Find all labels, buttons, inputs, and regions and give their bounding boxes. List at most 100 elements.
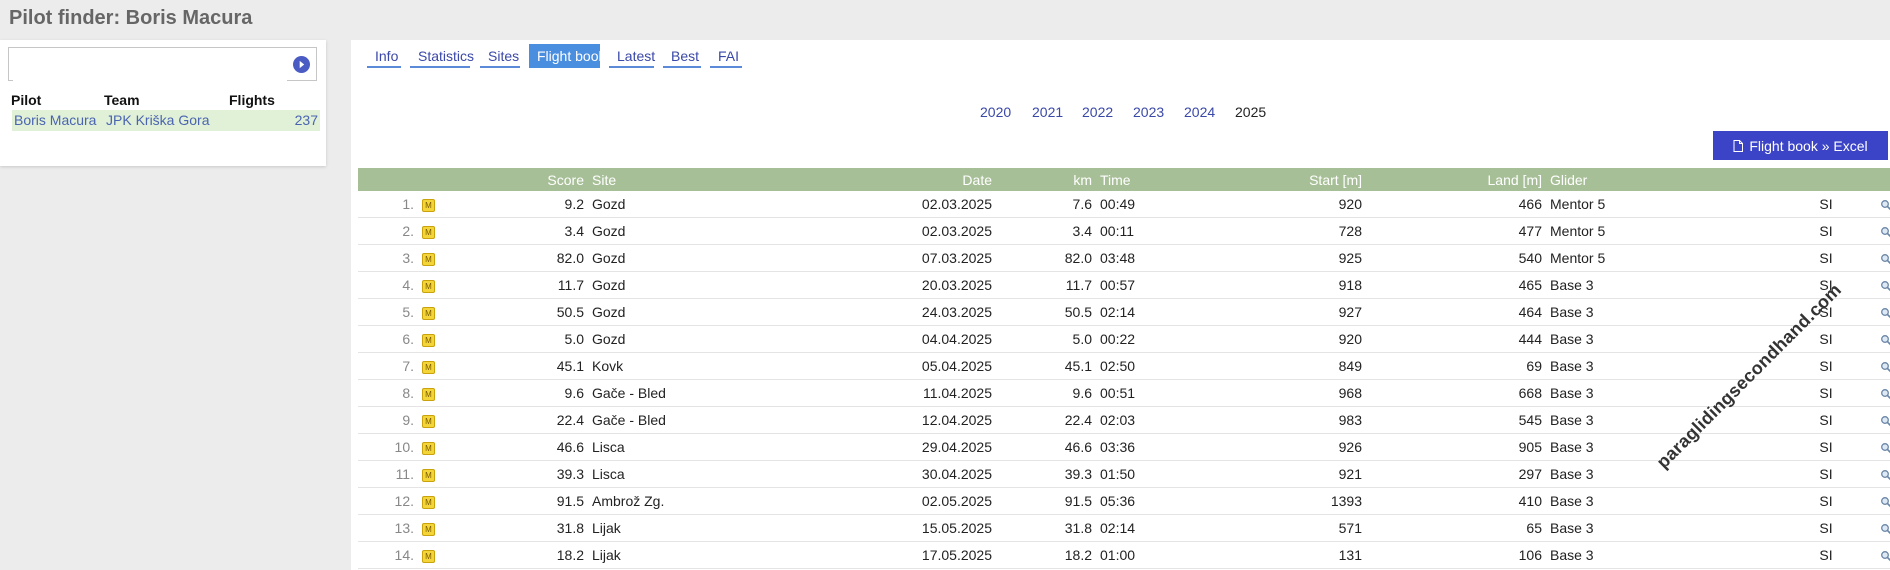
table-row: 8. M 9.6 Gače - Bled 11.04.2025 9.6 00:51 968 66…	[358, 379, 1890, 407]
header-start: Start [m]	[1216, 168, 1366, 191]
flight-type-cell: M	[418, 433, 458, 461]
pilot-column-header: Pilot	[11, 92, 42, 108]
magnifier-icon[interactable]	[1880, 334, 1890, 346]
flight-type-cell: M	[418, 298, 458, 326]
time-cell: 00:11	[1096, 217, 1216, 245]
flight-type-icon[interactable]: M	[422, 198, 435, 212]
country-cell: SI	[1776, 352, 1876, 380]
team-column-header: Team	[104, 92, 140, 108]
flight-type-icon[interactable]: M	[422, 414, 435, 428]
tab-fai[interactable]: FAI	[710, 44, 742, 68]
flight-type-icon[interactable]: M	[422, 252, 435, 266]
flights-count-link[interactable]: 237	[295, 112, 318, 128]
land-altitude-cell: 668	[1366, 379, 1546, 407]
magnifier-icon[interactable]	[1880, 523, 1890, 535]
score-cell: 22.4	[458, 406, 588, 434]
year-selector: 2020 2021 2022 2023 2024 2025	[351, 104, 1890, 124]
magnifier-icon[interactable]	[1880, 469, 1890, 481]
start-altitude-cell: 918	[1216, 271, 1366, 299]
land-altitude-cell: 464	[1366, 298, 1546, 326]
start-altitude-cell: 920	[1216, 325, 1366, 353]
country-cell: SI	[1776, 514, 1876, 542]
header-km: km	[996, 168, 1096, 191]
magnifier-icon[interactable]	[1880, 550, 1890, 562]
start-altitude-cell: 571	[1216, 514, 1366, 542]
glider-cell: Base 3	[1546, 433, 1776, 461]
km-cell: 11.7	[996, 271, 1096, 299]
km-cell: 82.0	[996, 244, 1096, 272]
start-altitude-cell: 983	[1216, 406, 1366, 434]
flight-type-icon[interactable]: M	[422, 387, 435, 401]
magnifier-icon[interactable]	[1880, 226, 1890, 238]
score-cell: 9.2	[458, 191, 588, 218]
row-number: 12.	[358, 487, 418, 515]
start-altitude-cell: 927	[1216, 298, 1366, 326]
date-cell: 02.03.2025	[778, 217, 996, 245]
detail-cell	[1876, 460, 1890, 488]
row-number: 9.	[358, 406, 418, 434]
flight-book-excel-button[interactable]: Flight book » Excel	[1713, 131, 1888, 160]
flight-type-icon[interactable]: M	[422, 441, 435, 455]
glider-cell: Base 3	[1546, 541, 1776, 569]
site-cell: Gozd	[588, 325, 778, 353]
magnifier-icon[interactable]	[1880, 253, 1890, 265]
header-country	[1776, 168, 1876, 191]
magnifier-icon[interactable]	[1880, 442, 1890, 454]
land-altitude-cell: 410	[1366, 487, 1546, 515]
flight-type-icon[interactable]: M	[422, 549, 435, 563]
search-input-wrapper[interactable]	[8, 47, 317, 81]
start-altitude-cell: 849	[1216, 352, 1366, 380]
search-input[interactable]	[13, 49, 287, 81]
country-cell: SI	[1776, 244, 1876, 272]
score-cell: 18.2	[458, 541, 588, 569]
flight-type-icon[interactable]: M	[422, 468, 435, 482]
year-link-2024[interactable]: 2024	[1184, 104, 1215, 120]
pilot-name-link[interactable]: Boris Macura	[14, 112, 96, 128]
flight-type-icon[interactable]: M	[422, 306, 435, 320]
time-cell: 05:36	[1096, 487, 1216, 515]
flight-type-cell: M	[418, 325, 458, 353]
year-link-2023[interactable]: 2023	[1133, 104, 1164, 120]
magnifier-icon[interactable]	[1880, 361, 1890, 373]
km-cell: 9.6	[996, 379, 1096, 407]
table-row: 10. M 46.6 Lisca 29.04.2025 46.6 03:36 926 905 Ba…	[358, 433, 1890, 461]
year-link-2020[interactable]: 2020	[980, 104, 1011, 120]
magnifier-icon[interactable]	[1880, 280, 1890, 292]
team-link[interactable]: JPK Kriška Gora	[106, 112, 209, 128]
flight-type-icon[interactable]: M	[422, 360, 435, 374]
flight-table-header: Score Site Date km Time Start [m] Land […	[358, 168, 1890, 191]
start-altitude-cell: 926	[1216, 433, 1366, 461]
search-button[interactable]	[293, 56, 310, 73]
time-cell: 00:51	[1096, 379, 1216, 407]
tab-sites[interactable]: Sites	[480, 44, 520, 68]
glider-cell: Base 3	[1546, 325, 1776, 353]
tab-info[interactable]: Info	[367, 44, 401, 68]
flight-type-icon[interactable]: M	[422, 522, 435, 536]
magnifier-icon[interactable]	[1880, 415, 1890, 427]
flight-type-icon[interactable]: M	[422, 495, 435, 509]
year-current-2025: 2025	[1235, 104, 1267, 120]
flight-type-icon[interactable]: M	[422, 333, 435, 347]
tab-flight-book[interactable]: Flight book	[529, 44, 605, 68]
tab-best[interactable]: Best	[663, 44, 701, 68]
glider-cell: Base 3	[1546, 514, 1776, 542]
table-row: 7. M 45.1 Kovk 05.04.2025 45.1 02:50 849 69 Base …	[358, 352, 1890, 380]
score-cell: 3.4	[458, 217, 588, 245]
start-altitude-cell: 968	[1216, 379, 1366, 407]
magnifier-icon[interactable]	[1880, 496, 1890, 508]
tab-latest[interactable]: Latest	[609, 44, 655, 68]
magnifier-icon[interactable]	[1880, 199, 1890, 211]
detail-cell	[1876, 487, 1890, 515]
flight-type-cell: M	[418, 217, 458, 245]
year-link-2022[interactable]: 2022	[1082, 104, 1113, 120]
magnifier-icon[interactable]	[1880, 307, 1890, 319]
year-link-2021[interactable]: 2021	[1032, 104, 1063, 120]
tab-statistics[interactable]: Statistics	[410, 44, 474, 68]
score-cell: 82.0	[458, 244, 588, 272]
magnifier-icon[interactable]	[1880, 388, 1890, 400]
detail-cell	[1876, 244, 1890, 272]
time-cell: 02:50	[1096, 352, 1216, 380]
land-altitude-cell: 540	[1366, 244, 1546, 272]
flight-type-icon[interactable]: M	[422, 279, 435, 293]
flight-type-icon[interactable]: M	[422, 225, 435, 239]
